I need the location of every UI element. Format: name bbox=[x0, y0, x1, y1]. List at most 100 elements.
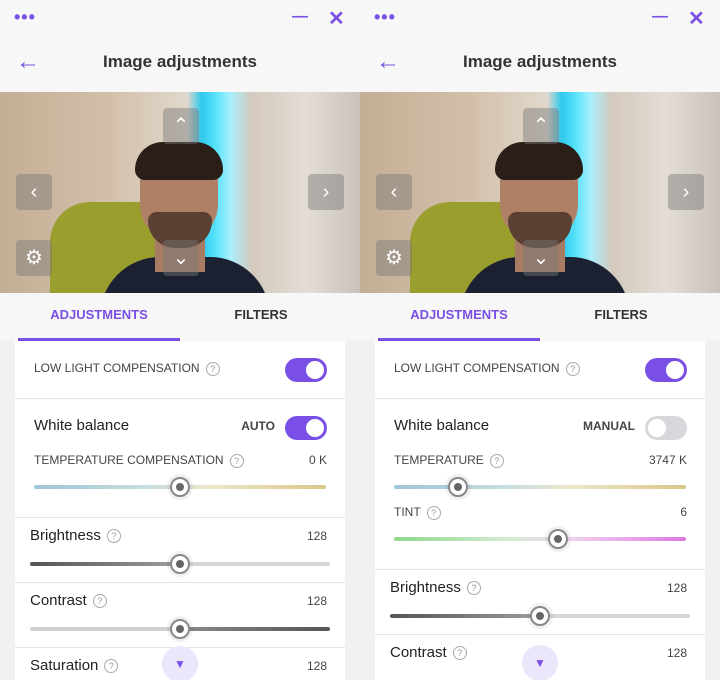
slider-thumb[interactable] bbox=[448, 477, 469, 497]
person-hair bbox=[495, 142, 583, 180]
more-dots-icon[interactable]: ••• bbox=[14, 8, 36, 26]
white-balance-label: White balance bbox=[394, 417, 490, 434]
tint-text: TINT bbox=[394, 505, 421, 519]
minimize-icon[interactable]: — bbox=[292, 8, 308, 26]
page-header: ← Image adjustments bbox=[0, 36, 360, 92]
close-icon[interactable]: ✕ bbox=[328, 6, 345, 31]
adjustments-list: LOW LIGHT COMPENSATION? White balance AU… bbox=[15, 341, 345, 680]
low-light-toggle[interactable] bbox=[285, 358, 327, 382]
low-light-text: LOW LIGHT COMPENSATION bbox=[394, 361, 560, 375]
tab-filters[interactable]: FILTERS bbox=[540, 293, 702, 338]
temperature-slider[interactable] bbox=[394, 477, 686, 497]
brightness-value: 128 bbox=[306, 529, 327, 543]
slider-thumb[interactable] bbox=[530, 606, 550, 626]
tab-adjustments[interactable]: ADJUSTMENTS bbox=[18, 293, 180, 341]
titlebar: ••• — ✕ bbox=[0, 0, 360, 36]
divider bbox=[375, 398, 705, 399]
slider-thumb[interactable] bbox=[547, 529, 568, 549]
person-hair bbox=[135, 142, 223, 180]
toggle-knob bbox=[666, 361, 684, 379]
tint-slider[interactable] bbox=[394, 529, 686, 549]
pan-right-button[interactable]: › bbox=[308, 174, 344, 210]
low-light-text: LOW LIGHT COMPENSATION bbox=[34, 361, 200, 375]
help-icon[interactable]: ? bbox=[426, 505, 441, 520]
white-balance-toggle[interactable] bbox=[285, 416, 327, 440]
help-icon[interactable]: ? bbox=[466, 581, 481, 596]
page-title: Image adjustments bbox=[103, 52, 257, 71]
toggle-knob bbox=[306, 419, 324, 437]
slider-thumb[interactable] bbox=[170, 619, 190, 639]
help-icon[interactable]: ? bbox=[92, 594, 107, 609]
white-balance-toggle[interactable] bbox=[645, 416, 687, 440]
temperature-value: 3747 K bbox=[648, 453, 687, 467]
image-adjustments-panel-manual: ••• — ✕ ← Image adjustments ⌃ ‹ › ⌄ ⚙ AD… bbox=[360, 0, 720, 680]
low-light-label: LOW LIGHT COMPENSATION? bbox=[394, 361, 580, 376]
camera-preview: ⌃ ‹ › ⌄ ⚙ bbox=[360, 92, 720, 293]
brightness-slider[interactable] bbox=[390, 606, 690, 626]
camera-preview: ⌃ ‹ › ⌄ ⚙ bbox=[0, 92, 360, 293]
more-dots-icon[interactable]: ••• bbox=[374, 8, 396, 26]
temperature-comp-text: TEMPERATURE COMPENSATION bbox=[34, 453, 224, 467]
divider bbox=[15, 517, 345, 518]
divider bbox=[375, 569, 705, 570]
saturation-label: Saturation? bbox=[30, 657, 119, 674]
image-adjustments-panel-auto: ••• — ✕ ← Image adjustments ⌃ ‹ › ⌄ ⚙ AD… bbox=[0, 0, 360, 680]
contrast-label: Contrast? bbox=[390, 644, 467, 661]
page-title: Image adjustments bbox=[463, 52, 617, 71]
pan-left-button[interactable]: ‹ bbox=[16, 174, 52, 210]
scroll-down-button[interactable]: ▼ bbox=[522, 645, 558, 680]
help-icon[interactable]: ? bbox=[489, 453, 504, 468]
pan-down-button[interactable]: ⌄ bbox=[163, 240, 199, 276]
brightness-slider[interactable] bbox=[30, 554, 330, 574]
divider bbox=[15, 582, 345, 583]
scroll-down-button[interactable]: ▼ bbox=[162, 646, 198, 680]
tint-label: TINT? bbox=[394, 505, 441, 520]
minimize-icon[interactable]: — bbox=[652, 8, 668, 26]
adjustments-list: LOW LIGHT COMPENSATION? White balance MA… bbox=[375, 341, 705, 680]
pan-right-button[interactable]: › bbox=[668, 174, 704, 210]
white-balance-mode: MANUAL bbox=[583, 419, 635, 433]
brightness-text: Brightness bbox=[30, 527, 101, 544]
low-light-label: LOW LIGHT COMPENSATION? bbox=[34, 361, 220, 376]
brightness-label: Brightness? bbox=[30, 527, 121, 544]
page-header: ← Image adjustments bbox=[360, 36, 720, 92]
temperature-comp-slider[interactable] bbox=[34, 477, 326, 497]
contrast-text: Contrast bbox=[390, 644, 447, 661]
divider bbox=[375, 634, 705, 635]
tab-filters[interactable]: FILTERS bbox=[180, 293, 342, 338]
tab-bar: ADJUSTMENTS FILTERS bbox=[360, 293, 720, 341]
help-icon[interactable]: ? bbox=[104, 659, 119, 674]
low-light-toggle[interactable] bbox=[645, 358, 687, 382]
temperature-comp-value: 0 K bbox=[308, 453, 327, 467]
slider-thumb[interactable] bbox=[170, 477, 190, 497]
contrast-text: Contrast bbox=[30, 592, 87, 609]
gear-icon[interactable]: ⚙ bbox=[16, 240, 52, 276]
toggle-knob bbox=[306, 361, 324, 379]
titlebar: ••• — ✕ bbox=[360, 0, 720, 36]
temperature-comp-label: TEMPERATURE COMPENSATION? bbox=[34, 453, 244, 468]
brightness-value: 128 bbox=[666, 581, 687, 595]
temperature-text: TEMPERATURE bbox=[394, 453, 484, 467]
tab-bar: ADJUSTMENTS FILTERS bbox=[0, 293, 360, 341]
slider-thumb[interactable] bbox=[170, 554, 190, 574]
brightness-text: Brightness bbox=[390, 579, 461, 596]
close-icon[interactable]: ✕ bbox=[688, 6, 705, 31]
pan-up-button[interactable]: ⌃ bbox=[163, 108, 199, 144]
pan-up-button[interactable]: ⌃ bbox=[523, 108, 559, 144]
help-icon[interactable]: ? bbox=[452, 646, 467, 661]
contrast-slider[interactable] bbox=[30, 619, 330, 639]
saturation-value: 128 bbox=[306, 659, 327, 673]
white-balance-mode: AUTO bbox=[241, 419, 275, 433]
help-icon[interactable]: ? bbox=[106, 529, 121, 544]
pan-down-button[interactable]: ⌄ bbox=[523, 240, 559, 276]
contrast-label: Contrast? bbox=[30, 592, 107, 609]
help-icon[interactable]: ? bbox=[229, 453, 244, 468]
tint-value: 6 bbox=[680, 505, 687, 519]
divider bbox=[15, 398, 345, 399]
help-icon[interactable]: ? bbox=[565, 361, 580, 376]
help-icon[interactable]: ? bbox=[205, 361, 220, 376]
pan-left-button[interactable]: ‹ bbox=[376, 174, 412, 210]
gear-icon[interactable]: ⚙ bbox=[376, 240, 412, 276]
tab-adjustments[interactable]: ADJUSTMENTS bbox=[378, 293, 540, 341]
toggle-knob bbox=[648, 419, 666, 437]
